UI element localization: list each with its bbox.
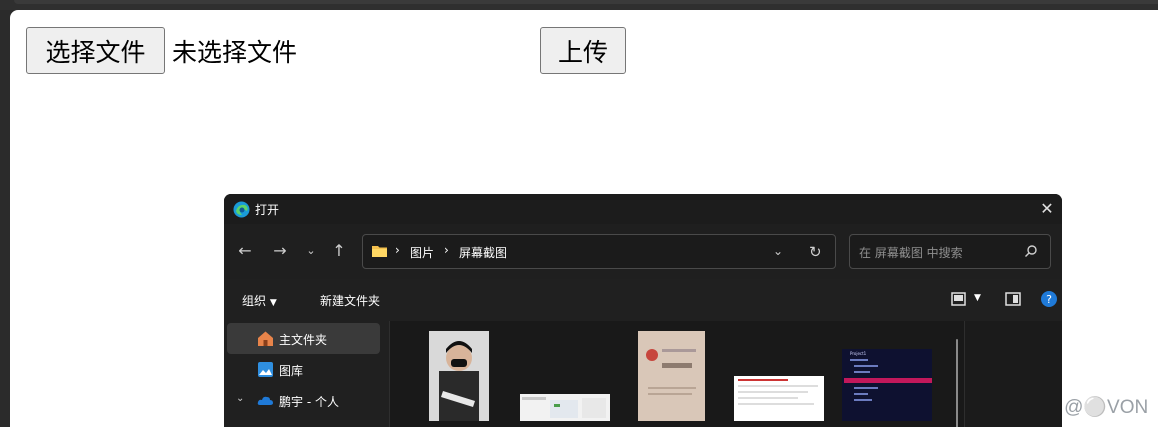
gallery-icon <box>258 362 273 377</box>
nav-item-onedrive[interactable]: ⌄ 鹏宇 - 个人 <box>227 385 380 416</box>
thumbnail-text: Project1 <box>850 351 867 356</box>
search-box[interactable]: 在 屏幕截图 中搜索 <box>849 234 1051 269</box>
breadcrumb-item-pictures[interactable]: 图片 <box>410 244 434 261</box>
file-thumbnail-photo[interactable] <box>429 331 489 421</box>
vertical-scrollbar[interactable] <box>953 321 963 427</box>
tab-edge <box>14 0 1158 4</box>
dialog-titlebar: 打开 ✕ <box>224 194 1062 224</box>
preview-pane-icon[interactable] <box>1004 290 1022 308</box>
chevron-down-icon: ▼ <box>269 298 277 308</box>
svg-text:?: ? <box>1046 293 1052 306</box>
file-open-dialog: 打开 ✕ ← → ⌄ ↑ › 图片 › 屏幕截图 ⌄ ↻ 在 屏幕截图 中搜索 <box>224 194 1062 427</box>
preview-pane <box>964 321 1062 427</box>
breadcrumb-separator: › <box>395 243 400 257</box>
close-icon[interactable]: ✕ <box>1039 198 1055 220</box>
file-thumbnail-document[interactable] <box>734 376 824 421</box>
onedrive-icon <box>257 396 273 405</box>
organize-menu[interactable]: 组织 ▼ <box>242 292 277 309</box>
up-arrow-icon[interactable]: ↑ <box>330 241 348 261</box>
search-placeholder: 在 屏幕截图 中搜索 <box>859 246 963 260</box>
help-icon[interactable]: ? <box>1040 290 1058 308</box>
home-icon <box>258 331 273 346</box>
view-mode-icon[interactable] <box>950 290 968 308</box>
choose-file-button[interactable]: 选择文件 <box>26 27 165 74</box>
forward-arrow-icon[interactable]: → <box>271 241 289 261</box>
scrollbar-thumb[interactable] <box>956 339 958 427</box>
file-list-pane: Project1 <box>390 321 954 427</box>
organize-label: 组织 <box>242 294 267 308</box>
nav-item-label: 主文件夹 <box>279 333 328 347</box>
file-thumbnail-id-card[interactable] <box>638 331 705 421</box>
search-icon[interactable] <box>1024 244 1038 258</box>
address-bar[interactable]: › 图片 › 屏幕截图 ⌄ ↻ <box>362 234 836 269</box>
dialog-title: 打开 <box>255 203 280 217</box>
new-folder-button[interactable]: 新建文件夹 <box>320 292 380 309</box>
browser-top-strip <box>0 0 1158 10</box>
recent-locations-chevron-icon[interactable]: ⌄ <box>302 241 320 261</box>
nav-item-gallery[interactable]: 图库 <box>227 354 380 385</box>
breadcrumb-item-screenshots[interactable]: 屏幕截图 <box>459 244 507 261</box>
edge-browser-icon <box>233 201 250 218</box>
command-bar: 组织 ▼ 新建文件夹 ▼ ? <box>224 279 1062 321</box>
upload-button[interactable]: 上传 <box>540 27 626 74</box>
nav-item-label: 图库 <box>279 364 304 378</box>
address-dropdown-icon[interactable]: ⌄ <box>773 244 783 258</box>
navigation-pane: 主文件夹 图库 ⌄ 鹏宇 - 个人 <box>224 321 390 427</box>
nav-item-home[interactable]: 主文件夹 <box>227 323 380 354</box>
file-status-text: 未选择文件 <box>172 38 298 67</box>
view-chevron-icon[interactable]: ▼ <box>974 293 981 303</box>
dialog-navbar: ← → ⌄ ↑ › 图片 › 屏幕截图 ⌄ ↻ 在 屏幕截图 中搜索 <box>224 224 1062 279</box>
refresh-icon[interactable]: ↻ <box>809 243 822 261</box>
nav-item-label: 鹏宇 - 个人 <box>279 395 339 409</box>
file-thumbnail-project[interactable]: Project1 <box>842 349 932 421</box>
folder-icon <box>372 246 387 257</box>
file-thumbnail-screenshot[interactable] <box>520 394 610 421</box>
expand-chevron-icon[interactable]: ⌄ <box>236 393 244 404</box>
back-arrow-icon[interactable]: ← <box>236 241 254 261</box>
breadcrumb-separator: › <box>444 243 449 257</box>
